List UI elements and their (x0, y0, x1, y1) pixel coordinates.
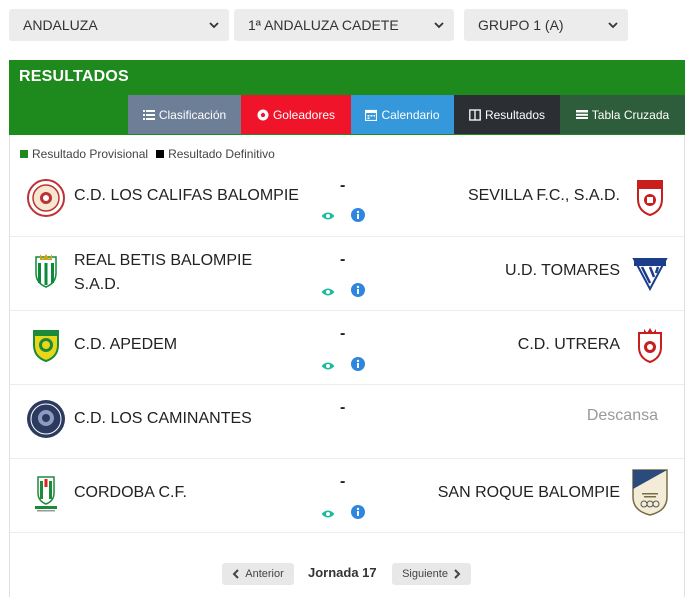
table-icon (575, 109, 588, 119)
info-icon[interactable] (351, 283, 365, 297)
chevron-left-icon (232, 569, 239, 579)
competition-select-value: 1ª ANDALUZA CADETE (248, 17, 399, 33)
match-score: - (340, 251, 346, 268)
cordoba-crest-icon (35, 476, 57, 512)
columns-icon (469, 108, 481, 121)
result-legend: Resultado Provisional Resultado Definiti… (20, 147, 283, 161)
away-team[interactable]: C.D. UTRERA (518, 333, 620, 357)
match-score: - (340, 177, 346, 194)
tab-label: Tabla Cruzada (591, 107, 670, 122)
region-select-value: ANDALUZA (23, 17, 98, 33)
away-team[interactable]: SAN ROQUE BALOMPIE (438, 481, 620, 505)
match-row: C.D. LOS CAMINANTES - Descansa (10, 385, 684, 459)
tab-resultados[interactable]: Resultados (454, 95, 560, 134)
sevilla-crest-icon (637, 180, 663, 217)
match-score: - (340, 399, 346, 416)
info-icon[interactable] (351, 505, 365, 519)
group-select-value: GRUPO 1 (A) (478, 17, 564, 33)
caminantes-crest-icon (27, 400, 65, 438)
bye-label: Descansa (586, 407, 658, 424)
legend-provisional: Resultado Provisional (32, 147, 149, 161)
home-team[interactable]: C.D. LOS CALIFAS BALOMPIE (74, 184, 299, 208)
previous-button[interactable]: Anterior (222, 563, 294, 585)
tomares-crest-icon (632, 258, 668, 292)
match-score: - (340, 473, 346, 490)
home-team[interactable]: CORDOBA C.F. (74, 481, 187, 505)
panel-title: RESULTADOS (19, 68, 129, 85)
chevron-right-icon (454, 569, 461, 579)
provisional-square (20, 150, 28, 158)
previous-label: Anterior (245, 568, 284, 580)
results-panel: RESULTADOS Clasificación Goleadores Cale… (9, 60, 685, 597)
betis-crest-icon (35, 254, 57, 288)
tab-calendario[interactable]: Calendario (351, 95, 454, 134)
home-team[interactable]: C.D. APEDEM (74, 333, 177, 357)
eye-icon[interactable] (321, 211, 335, 221)
tab-clasificacion[interactable]: Clasificación (128, 95, 241, 134)
apedem-crest-icon (33, 330, 59, 363)
info-icon[interactable] (351, 357, 365, 371)
tab-label: Resultados (484, 107, 546, 122)
current-round: Jornada 17 (308, 565, 377, 580)
list-icon (142, 109, 155, 120)
chevron-down-icon (608, 22, 618, 29)
home-team[interactable]: C.D. LOS CAMINANTES (74, 407, 252, 431)
info-icon[interactable] (351, 208, 365, 222)
match-score: - (340, 325, 346, 342)
home-team[interactable]: REAL BETIS BALOMPIE S.A.D. (74, 249, 274, 297)
legend-definitivo: Resultado Definitivo (168, 147, 275, 161)
chevron-down-icon (209, 22, 219, 29)
group-select[interactable]: GRUPO 1 (A) (464, 9, 628, 41)
san-roque-crest-icon (632, 469, 668, 516)
tab-label: Calendario (381, 107, 440, 122)
califas-crest-icon (27, 179, 65, 217)
soccer-ball-icon (257, 109, 269, 120)
competition-select[interactable]: 1ª ANDALUZA CADETE (234, 9, 454, 41)
tab-label: Goleadores (272, 107, 336, 122)
eye-icon[interactable] (321, 287, 335, 297)
next-button[interactable]: Siguiente (392, 563, 471, 585)
tab-tabla-cruzada[interactable]: Tabla Cruzada (560, 95, 685, 134)
tab-bar: Clasificación Goleadores Calendario Resu… (128, 95, 685, 134)
region-select[interactable]: ANDALUZA (9, 9, 229, 41)
away-team[interactable]: U.D. TOMARES (505, 259, 620, 283)
eye-icon[interactable] (321, 361, 335, 371)
tab-goleadores[interactable]: Goleadores (241, 95, 351, 134)
calendar-icon (365, 109, 378, 121)
next-label: Siguiente (402, 568, 448, 580)
definitivo-square (156, 150, 165, 158)
panel-header: RESULTADOS Clasificación Goleadores Cale… (9, 60, 685, 135)
match-row: C.D. LOS CALIFAS BALOMPIE - SEVILLA F.C.… (10, 163, 684, 237)
match-row: REAL BETIS BALOMPIE S.A.D. - U.D. TOMARE… (10, 237, 684, 311)
chevron-down-icon (434, 22, 444, 29)
utrera-crest-icon (638, 328, 662, 364)
tab-label: Clasificación (158, 107, 227, 122)
match-row: CORDOBA C.F. - SAN ROQUE BALOMPIE (10, 459, 684, 533)
match-row: C.D. APEDEM - C.D. UTRERA (10, 311, 684, 385)
away-team[interactable]: SEVILLA F.C., S.A.D. (468, 184, 620, 208)
eye-icon[interactable] (321, 509, 335, 519)
